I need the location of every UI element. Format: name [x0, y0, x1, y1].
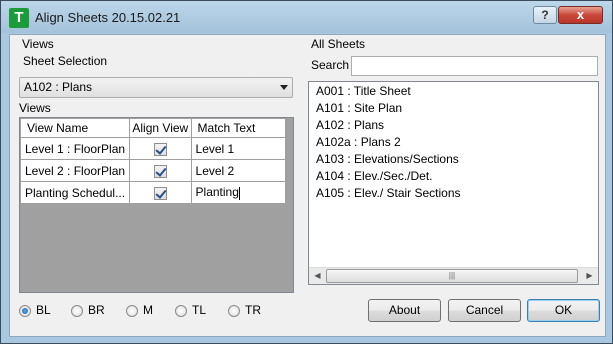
about-button[interactable]: About: [368, 299, 441, 322]
list-item[interactable]: A001 : Title Sheet: [316, 84, 411, 98]
views-grid[interactable]: View Name Align View Match Text Level 1 …: [19, 117, 294, 293]
cancel-button[interactable]: Cancel: [448, 299, 521, 322]
radio-indicator: [228, 304, 240, 317]
view-name-cell[interactable]: Planting Schedul...: [19, 181, 131, 204]
radio-label: TR: [245, 303, 261, 317]
radio-indicator: [126, 304, 138, 317]
list-item[interactable]: A103 : Elevations/Sections: [316, 152, 459, 166]
match-text-editor[interactable]: Planting: [196, 185, 239, 199]
sheet-selection-value: A102 : Plans: [24, 80, 93, 94]
table-row: Level 2 : FloorPlan Level 2: [19, 159, 287, 182]
radio-label: BL: [36, 303, 51, 317]
sheets-listbox[interactable]: A001 : Title Sheet A101 : Site Plan A102…: [308, 81, 599, 285]
align-view-cell: [129, 159, 192, 182]
all-sheets-group-label: All Sheets: [311, 37, 366, 51]
column-header-match-text[interactable]: Match Text: [190, 118, 287, 138]
sheet-selection-label: Sheet Selection: [23, 54, 108, 68]
radio-indicator: [71, 304, 83, 317]
text-cursor: [238, 186, 240, 200]
help-button[interactable]: ?: [533, 6, 557, 24]
radio-label: TL: [192, 303, 207, 317]
arrow-right-icon[interactable]: ▶: [581, 268, 598, 284]
match-text-cell[interactable]: Level 2: [190, 159, 287, 182]
table-row: Planting Schedul... Planting: [19, 181, 287, 204]
radio-indicator: [19, 304, 31, 317]
search-input[interactable]: [351, 56, 598, 76]
window-title: Align Sheets 20.15.02.21: [35, 10, 181, 25]
dialog-body: Views Sheet Selection A102 : Plans Views…: [9, 34, 606, 337]
radio-label: BR: [88, 303, 105, 317]
match-text-cell-editing[interactable]: Planting: [190, 181, 287, 204]
ok-button[interactable]: OK: [527, 299, 600, 322]
views-table: View Name Align View Match Text Level 1 …: [19, 118, 287, 204]
app-icon: T: [9, 8, 29, 28]
sheet-selection-combo[interactable]: A102 : Plans: [19, 77, 293, 98]
radio-m[interactable]: M: [126, 303, 153, 317]
view-name-cell[interactable]: Level 1 : FloorPlan: [19, 137, 131, 160]
close-button[interactable]: x: [558, 6, 603, 24]
radio-tr[interactable]: TR: [228, 303, 261, 317]
column-header-align-view[interactable]: Align View: [129, 118, 192, 138]
list-item[interactable]: A102 : Plans: [316, 118, 384, 132]
view-name-cell[interactable]: Level 2 : FloorPlan: [19, 159, 131, 182]
align-view-checkbox[interactable]: [153, 142, 167, 156]
match-text-cell[interactable]: Level 1: [190, 137, 287, 160]
views-group-label: Views: [22, 37, 54, 51]
list-item[interactable]: A105 : Elev./ Stair Sections: [316, 186, 461, 200]
column-header-view-name[interactable]: View Name: [19, 118, 131, 138]
list-item[interactable]: A104 : Elev./Sec./Det.: [316, 169, 433, 183]
dialog-window: T Align Sheets 20.15.02.21 ? x Views She…: [0, 0, 613, 344]
align-view-checkbox[interactable]: [153, 186, 167, 200]
title-bar[interactable]: T Align Sheets 20.15.02.21 ? x: [1, 1, 612, 33]
scrollbar-thumb[interactable]: |||: [326, 269, 578, 283]
list-item[interactable]: A101 : Site Plan: [316, 101, 402, 115]
align-view-cell: [129, 137, 192, 160]
table-header-row: View Name Align View Match Text: [19, 118, 287, 138]
align-view-checkbox[interactable]: [153, 164, 167, 178]
radio-bl[interactable]: BL: [19, 303, 51, 317]
radio-br[interactable]: BR: [71, 303, 105, 317]
align-view-cell: [129, 181, 192, 204]
list-item[interactable]: A102a : Plans 2: [316, 135, 401, 149]
arrow-left-icon[interactable]: ◀: [309, 268, 326, 284]
views-label: Views: [19, 101, 51, 115]
radio-indicator: [175, 304, 187, 317]
table-row: Level 1 : FloorPlan Level 1: [19, 137, 287, 160]
horizontal-scrollbar[interactable]: ◀ ||| ▶: [309, 267, 598, 284]
radio-label: M: [143, 303, 153, 317]
radio-tl[interactable]: TL: [175, 303, 206, 317]
search-label: Search: [311, 58, 350, 72]
chevron-down-icon: [280, 85, 288, 90]
